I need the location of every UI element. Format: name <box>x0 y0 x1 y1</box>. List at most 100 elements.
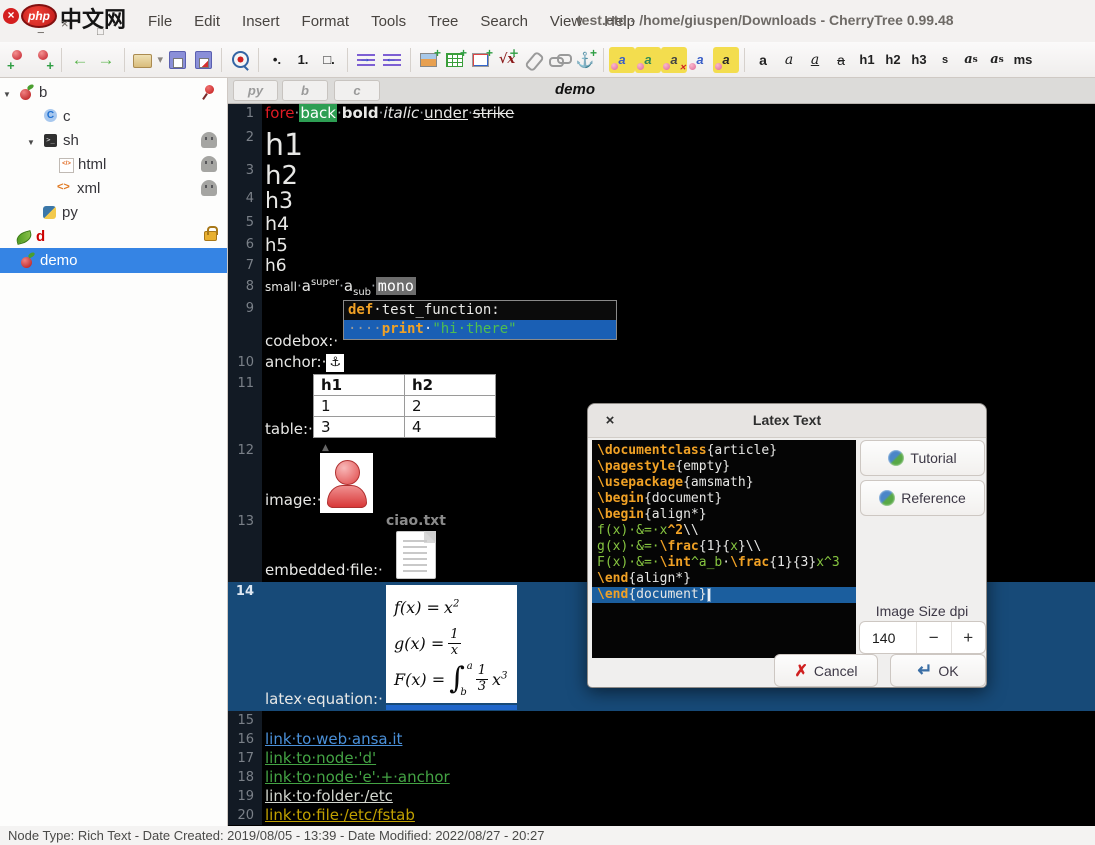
add-node-button[interactable] <box>4 47 30 73</box>
latex-equation-image[interactable]: f(x) = x2 g(x) = 1x F(x) = ∫ab 13 <box>386 585 517 703</box>
insert-codebox-button[interactable] <box>468 47 494 73</box>
save-button[interactable] <box>164 47 190 73</box>
h2-button[interactable]: h2 <box>880 47 906 73</box>
menu-tools[interactable]: Tools <box>371 13 406 30</box>
strike-button[interactable]: a <box>828 47 854 73</box>
statusbar: Node Type: Rich Text - Date Created: 201… <box>0 826 1095 845</box>
line-number: 13 <box>228 512 262 582</box>
indent-less-button[interactable] <box>379 47 405 73</box>
monospace-button[interactable]: ms <box>1010 47 1036 73</box>
strike-text: strike <box>473 104 514 122</box>
dpi-value-field[interactable]: 140 <box>860 622 917 653</box>
line-number: 5 <box>228 213 262 235</box>
bold-button[interactable]: a <box>750 47 776 73</box>
maximize-button[interactable]: □ <box>97 26 104 38</box>
image-size-dpi-label: Image Size dpi <box>858 603 986 619</box>
small-button[interactable]: s <box>932 47 958 73</box>
save-as-button[interactable] <box>190 47 216 73</box>
tree-node-c[interactable]: c <box>0 104 227 128</box>
indent-more-button[interactable] <box>353 47 379 73</box>
find-node-button[interactable] <box>227 47 253 73</box>
line-number: 16 <box>228 730 262 749</box>
code-line: f(x)·&=·x^2\\ <box>592 523 856 539</box>
tree-node-demo[interactable]: demo <box>0 248 227 273</box>
code-line: g(x)·&=·\frac{1}{x}\\ <box>592 539 856 555</box>
c-lang-icon <box>43 109 58 124</box>
embedded-file-icon[interactable] <box>396 531 436 579</box>
tree-node-py[interactable]: py <box>0 200 227 224</box>
insert-anchor-button[interactable]: ⚓ <box>572 47 598 73</box>
link-to-file[interactable]: link·to·file·/etc/fstab <box>265 806 415 824</box>
anchor-icon[interactable]: ⚓ <box>326 354 344 372</box>
line-number: 11 <box>228 374 262 441</box>
menu-tree[interactable]: Tree <box>428 13 458 30</box>
link-to-node-e-anchor[interactable]: link·to·node·'e'·+·anchor <box>265 768 450 786</box>
todo-list-button[interactable]: □. <box>316 47 342 73</box>
menu-insert[interactable]: Insert <box>242 13 280 30</box>
tree-node-b[interactable]: b <box>0 80 227 104</box>
expander-icon[interactable] <box>3 84 14 101</box>
format-clear-button[interactable]: a <box>661 47 687 73</box>
open-file-button[interactable] <box>130 47 164 73</box>
tutorial-button[interactable]: Tutorial <box>860 440 985 476</box>
format-color-fg-button[interactable]: a <box>687 47 713 73</box>
recent-node-button-c[interactable]: c <box>334 80 380 101</box>
insert-table-button[interactable] <box>442 47 468 73</box>
tree-node-label: sh <box>63 132 79 149</box>
titlebar[interactable]: × php 中文网 − × □ FileEditInsertFormatTool… <box>0 0 1095 42</box>
menu-format[interactable]: Format <box>302 13 350 30</box>
format-color-bg-button[interactable]: a <box>635 47 661 73</box>
line-number: 18 <box>228 768 262 787</box>
attach-file-button[interactable] <box>520 47 546 73</box>
codebox-object[interactable]: def·test_function:····print·"hi·there" <box>343 300 617 340</box>
reference-button[interactable]: Reference <box>860 480 985 516</box>
tree-node-label: xml <box>77 180 100 197</box>
insert-image-button[interactable] <box>416 47 442 73</box>
tree-node-html[interactable]: html <box>0 152 227 176</box>
link-to-folder[interactable]: link·to·folder·/etc <box>265 787 393 805</box>
format-highlight-button[interactable]: a <box>713 47 739 73</box>
expander-icon[interactable] <box>27 132 38 149</box>
dialog-titlebar[interactable]: × Latex Text <box>588 404 986 438</box>
html-icon <box>58 157 73 172</box>
window-title: test.ctd - /home/giuspen/Downloads - Che… <box>577 12 954 28</box>
table-object[interactable]: h1h21234 <box>313 374 496 438</box>
go-back-button[interactable]: ← <box>67 47 93 73</box>
tree-node-xml[interactable]: xml <box>0 176 227 200</box>
insert-latex-button[interactable]: √x <box>494 47 520 73</box>
recent-node-button-py[interactable]: py <box>233 80 278 101</box>
cancel-x-icon: ✗ <box>795 661 808 681</box>
dpi-increment-button[interactable]: + <box>952 622 986 653</box>
embedded-file-name: ciao.txt <box>386 513 446 529</box>
format-latest-button[interactable]: a <box>609 47 635 73</box>
h3-button[interactable]: h3 <box>906 47 932 73</box>
italic-button[interactable]: a <box>776 47 802 73</box>
subscript-button[interactable]: as <box>984 47 1010 73</box>
heading-h5: h5 <box>262 235 1095 256</box>
h1-button[interactable]: h1 <box>854 47 880 73</box>
dpi-decrement-button[interactable]: − <box>917 622 952 653</box>
tree-node-d[interactable]: d <box>0 224 227 248</box>
embedded-image[interactable] <box>320 453 373 513</box>
insert-link-button[interactable] <box>546 47 572 73</box>
bullet-list-button[interactable]: •. <box>264 47 290 73</box>
menu-edit[interactable]: Edit <box>194 13 220 30</box>
cancel-button[interactable]: ✗ Cancel <box>774 654 878 687</box>
minimize-button[interactable]: − <box>37 25 45 40</box>
table-header-row: h1h2 <box>314 375 496 396</box>
menu-file[interactable]: File <box>148 13 172 30</box>
numbered-list-button[interactable]: 1. <box>290 47 316 73</box>
latex-source-textarea[interactable]: \documentclass{article}\pagestyle{empty}… <box>592 440 856 658</box>
recent-node-button-b[interactable]: b <box>282 80 328 101</box>
tree-node-sh[interactable]: sh <box>0 128 227 152</box>
toolbar-separator <box>258 48 259 72</box>
link-to-node-d[interactable]: link·to·node·'d' <box>265 749 376 767</box>
link-to-web[interactable]: link·to·web·ansa.it <box>265 730 402 748</box>
underline-button[interactable]: a <box>802 47 828 73</box>
ok-button[interactable]: ↵ OK <box>890 654 986 687</box>
superscript-button[interactable]: as <box>958 47 984 73</box>
close-button[interactable]: × <box>61 16 69 31</box>
menu-search[interactable]: Search <box>480 13 528 30</box>
go-forward-button[interactable]: → <box>93 47 119 73</box>
add-subnode-button[interactable] <box>30 47 56 73</box>
